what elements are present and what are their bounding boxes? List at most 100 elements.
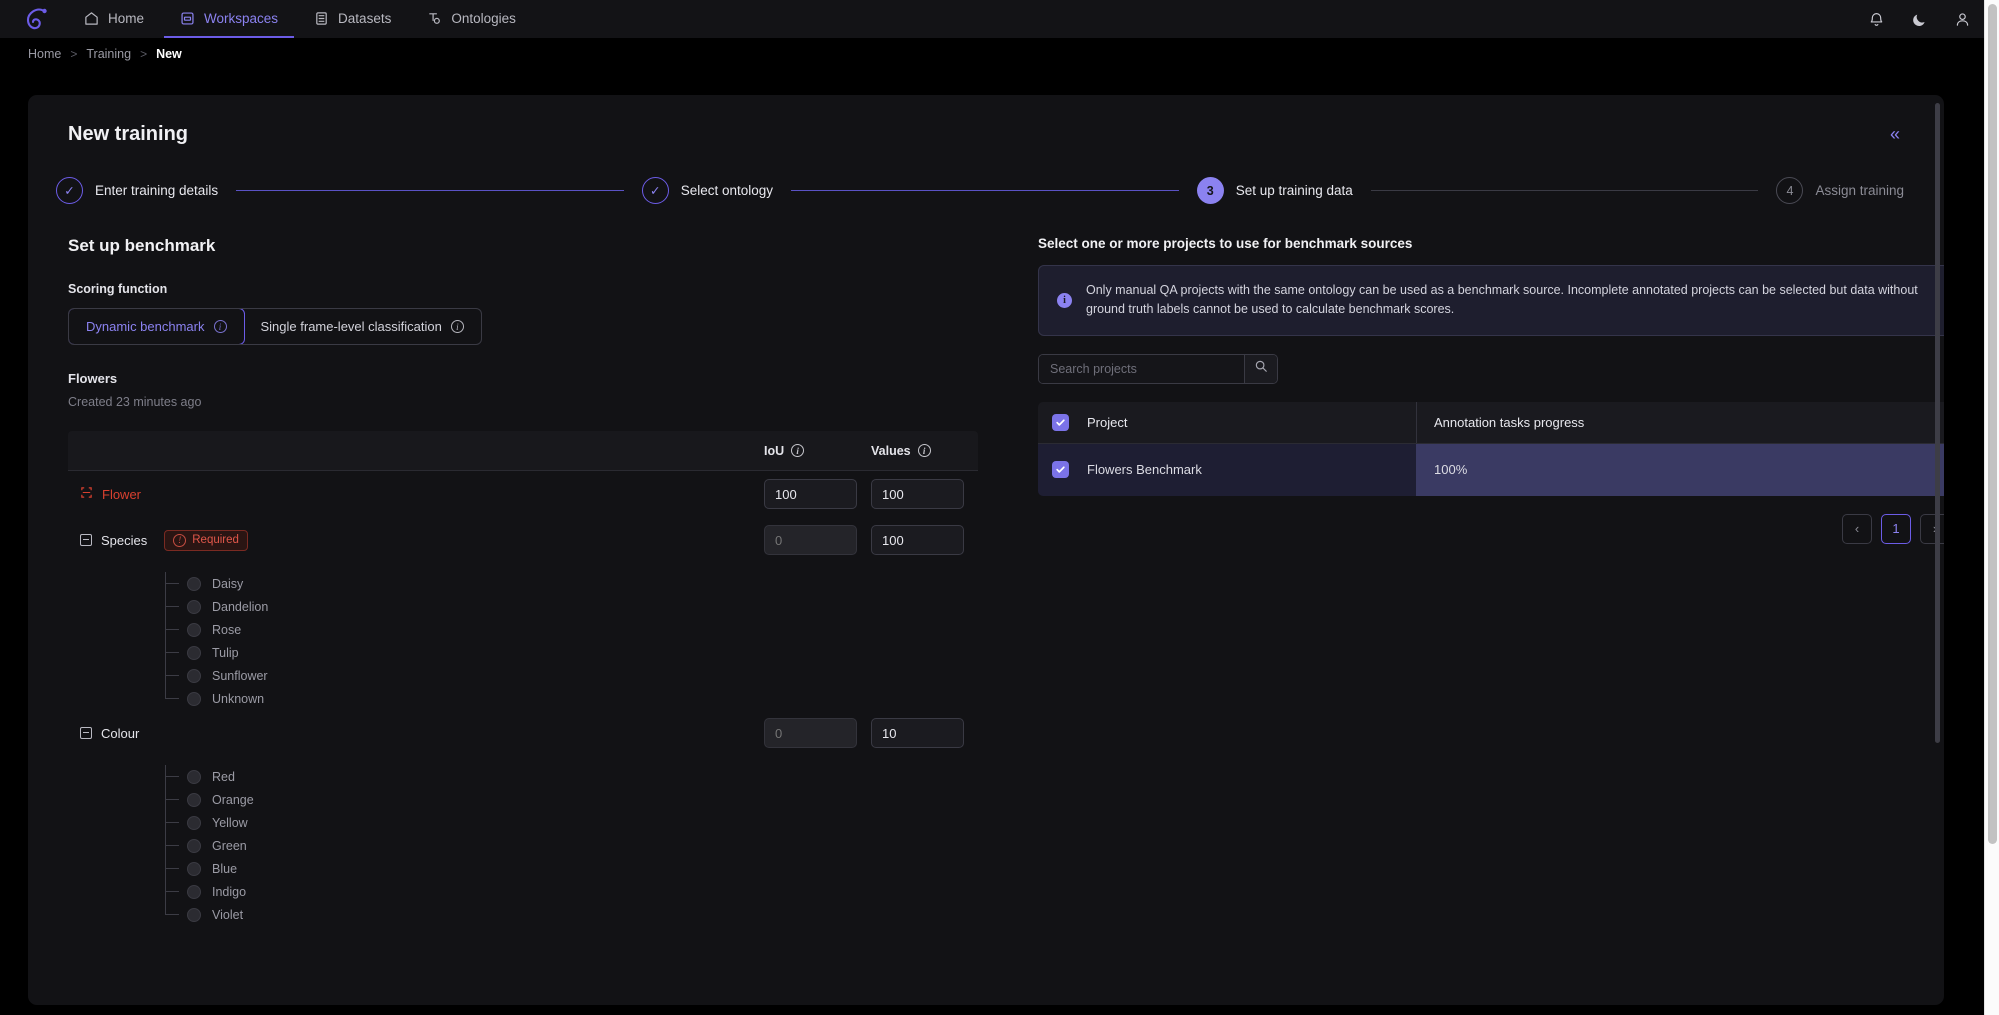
search-icon (1254, 359, 1268, 378)
option-daisy[interactable]: Daisy (165, 572, 978, 595)
option-rose-label: Rose (212, 622, 242, 637)
option-indigo[interactable]: Indigo (165, 880, 978, 903)
breadcrumb: Home > Training > New (0, 38, 1999, 70)
projects-panel: Select one or more projects to use for b… (1038, 236, 1944, 926)
pagination-page-1[interactable]: 1 (1881, 513, 1911, 544)
option-red[interactable]: Red (165, 765, 978, 788)
projects-table: Project Annotation tasks progress Flower (1038, 401, 1944, 496)
radio-icon[interactable] (187, 815, 201, 830)
radio-icon[interactable] (187, 576, 201, 591)
ontology-row-flower: Flower (68, 471, 978, 517)
info-icon[interactable]: i (213, 320, 227, 333)
values-input-species[interactable] (871, 525, 964, 555)
breadcrumb-item-training[interactable]: Training (86, 47, 131, 61)
nav-item-home-label: Home (108, 10, 145, 26)
encord-logo-icon (26, 8, 47, 30)
row-project-name: Flowers Benchmark (1087, 462, 1202, 478)
collapse-icon[interactable] (80, 727, 92, 739)
option-tulip[interactable]: Tulip (165, 641, 978, 664)
step-1-bubble: ✓ (56, 177, 83, 204)
page-scrollbar-thumb[interactable] (1988, 4, 1997, 844)
option-dandelion-label: Dandelion (212, 599, 269, 614)
option-yellow-label: Yellow (212, 815, 248, 830)
scoring-option-single-frame-classification-label: Single frame-level classification (260, 319, 442, 334)
nav-item-workspaces[interactable]: Workspaces (164, 0, 295, 38)
card-scrollbar-thumb[interactable] (1935, 103, 1940, 743)
option-orange-label: Orange (212, 792, 254, 807)
option-violet[interactable]: Violet (165, 903, 978, 926)
radio-icon[interactable] (187, 599, 201, 614)
scoring-option-single-frame-classification[interactable]: Single frame-level classification i (244, 309, 481, 344)
card-scrollbar[interactable] (1935, 103, 1940, 997)
pagination-prev-button[interactable]: ‹ (1842, 513, 1872, 544)
info-icon[interactable]: i (917, 444, 931, 457)
column-header-values-label: Values (871, 443, 911, 458)
required-badge: ! Required (164, 529, 248, 551)
step-assign-training[interactable]: 4 Assign training (1776, 177, 1904, 204)
ontology-scoring-table: IoU i Values i Flower 100 100 Species ! … (68, 431, 978, 926)
radio-icon[interactable] (187, 622, 201, 637)
row-annotation-progress: 100% (1434, 462, 1468, 478)
nav-item-ontologies[interactable]: Ontologies (411, 0, 532, 38)
option-rose[interactable]: Rose (165, 618, 978, 641)
nav-item-home[interactable]: Home (68, 0, 160, 38)
scoring-option-dynamic-benchmark[interactable]: Dynamic benchmark i (68, 309, 245, 344)
radio-icon[interactable] (187, 668, 201, 683)
radio-icon[interactable] (187, 838, 201, 853)
row-checkbox[interactable] (1052, 461, 1069, 479)
datasets-icon (314, 11, 329, 26)
page-scrollbar[interactable] (1984, 0, 1999, 1015)
info-icon: i (1057, 292, 1072, 308)
radio-icon[interactable] (187, 907, 201, 922)
step-enter-training-details[interactable]: ✓ Enter training details (56, 177, 218, 204)
step-select-ontology[interactable]: ✓ Select ontology (641, 177, 773, 204)
select-all-checkbox[interactable] (1052, 413, 1069, 431)
option-green-label: Green (212, 838, 247, 853)
nav-item-datasets[interactable]: Datasets (298, 0, 407, 38)
radio-icon[interactable] (187, 645, 201, 660)
search-button[interactable] (1244, 354, 1277, 383)
collapse-panel-button[interactable]: « (1884, 121, 1904, 147)
collapse-icon[interactable] (80, 534, 92, 546)
radio-icon[interactable] (187, 792, 201, 807)
step-3-label: Set up training data (1235, 183, 1353, 198)
step-set-up-training-data[interactable]: 3 Set up training data (1196, 177, 1353, 204)
user-icon[interactable] (1954, 11, 1971, 28)
pagination-next-button[interactable]: › (1920, 513, 1944, 544)
option-orange[interactable]: Orange (165, 788, 978, 811)
option-yellow[interactable]: Yellow (165, 811, 978, 834)
ontology-table-header: IoU i Values i (68, 431, 978, 471)
option-green[interactable]: Green (165, 834, 978, 857)
table-row[interactable]: Flowers Benchmark 100% (1038, 443, 1944, 496)
option-dandelion[interactable]: Dandelion (165, 595, 978, 618)
breadcrumb-item-home[interactable]: Home (28, 47, 61, 61)
column-header-values: Values i (871, 444, 978, 458)
info-icon[interactable]: i (791, 444, 805, 457)
option-sunflower-label: Sunflower (212, 668, 268, 683)
radio-icon[interactable] (187, 861, 201, 876)
option-red-label: Red (212, 769, 235, 784)
moon-icon[interactable] (1911, 11, 1928, 28)
option-blue[interactable]: Blue (165, 857, 978, 880)
values-input-flower[interactable] (871, 479, 964, 509)
radio-icon[interactable] (187, 769, 201, 784)
breadcrumb-separator: > (70, 47, 78, 61)
page-title: New training (68, 122, 189, 145)
bell-icon[interactable] (1868, 11, 1885, 28)
values-input-colour[interactable] (871, 718, 964, 748)
required-badge-label: Required (192, 534, 239, 546)
breadcrumb-separator: > (140, 47, 148, 61)
option-sunflower[interactable]: Sunflower (165, 664, 978, 687)
search-input[interactable] (1039, 354, 1244, 383)
info-icon[interactable]: i (450, 320, 464, 333)
iou-input-flower[interactable] (764, 479, 857, 509)
radio-icon[interactable] (187, 691, 201, 706)
alert-circle-icon: ! (173, 533, 187, 547)
brand-logo[interactable] (22, 0, 68, 38)
option-violet-label: Violet (212, 907, 244, 922)
info-banner-text: Only manual QA projects with the same on… (1086, 283, 1918, 317)
option-unknown[interactable]: Unknown (165, 687, 978, 710)
nav-item-workspaces-label: Workspaces (204, 10, 279, 26)
step-1-label: Enter training details (95, 183, 219, 198)
radio-icon[interactable] (187, 884, 201, 899)
